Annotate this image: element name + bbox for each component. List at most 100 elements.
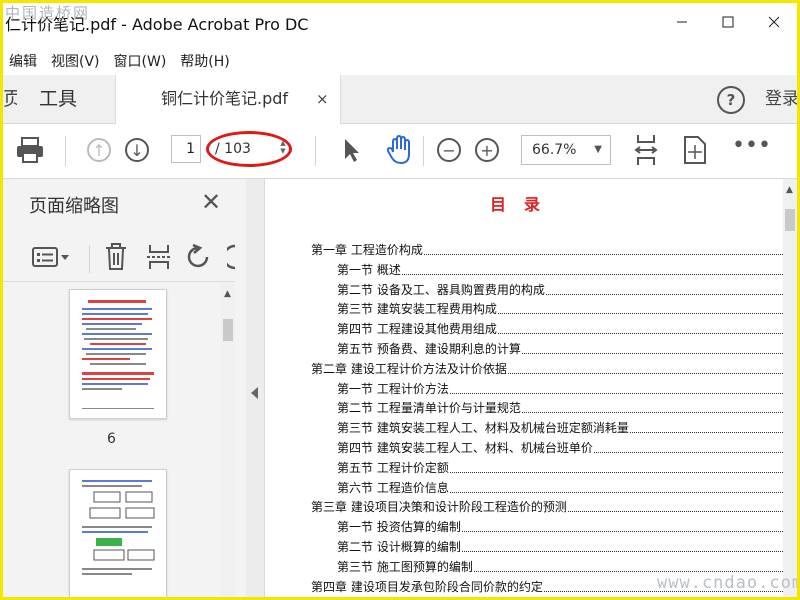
menu-bar: 编辑 视图(V) 窗口(W) 帮助(H) bbox=[3, 49, 797, 73]
toc-entry-text: 第六节 工程造价信息 bbox=[337, 480, 449, 495]
close-icon bbox=[768, 16, 780, 28]
toc-entry[interactable]: 第四节 工程建设其他费用组成 bbox=[337, 320, 783, 337]
toc-entry[interactable]: 第一章 工程造价构成 bbox=[311, 241, 783, 258]
toc-entry[interactable]: 第二节 设计概算的编制 bbox=[337, 538, 783, 555]
more-panel-tools-icon[interactable] bbox=[222, 244, 237, 274]
toc-leader-dots bbox=[473, 570, 783, 572]
toc-entry[interactable]: 第五节 预备费、建设期利息的计算 bbox=[337, 340, 783, 357]
tab-tools[interactable]: 工具 bbox=[39, 75, 77, 123]
close-window-button[interactable] bbox=[751, 3, 797, 41]
toc-leader-dots bbox=[461, 530, 783, 533]
toc-leader-dots bbox=[507, 372, 783, 374]
page-thumbnail-image bbox=[82, 300, 154, 409]
toc-leader-dots bbox=[593, 451, 783, 453]
toolbar-separator bbox=[65, 136, 66, 166]
sign-in-link[interactable]: 登录 bbox=[765, 75, 797, 123]
toc-leader-dots bbox=[545, 293, 783, 295]
fit-page-button[interactable] bbox=[633, 133, 659, 171]
toc-leader-dots bbox=[449, 471, 783, 473]
panel-collapse-strip[interactable] bbox=[246, 179, 265, 597]
thumbnail-page[interactable] bbox=[69, 469, 167, 597]
scroll-up-icon[interactable]: ▲ bbox=[786, 185, 793, 195]
page-split-icon bbox=[147, 245, 171, 269]
select-tool-button[interactable] bbox=[343, 137, 361, 167]
toc-entry[interactable]: 第五节 工程计价定额 bbox=[337, 459, 783, 476]
toolbar-separator bbox=[423, 136, 424, 166]
hand-tool-button[interactable] bbox=[385, 134, 415, 170]
chevron-down-icon: ▼ bbox=[594, 144, 602, 155]
menu-view[interactable]: 视图(V) bbox=[45, 49, 108, 73]
zoom-out-button[interactable]: − bbox=[437, 138, 461, 162]
toc-entry[interactable]: 第四节 建筑安装工程人工、材料、机械台班单价 bbox=[337, 439, 783, 456]
thumbnails-list: 6 bbox=[3, 283, 221, 597]
zoom-dropdown[interactable]: 66.7% ▼ bbox=[521, 135, 611, 165]
toc-leader-dots bbox=[567, 510, 783, 513]
title-bar: 仁计价笔记.pdf - Adobe Acrobat Pro DC 中国造桥网 bbox=[3, 3, 797, 41]
zoom-value: 66.7% bbox=[532, 142, 577, 158]
zoom-in-button[interactable]: + bbox=[475, 138, 499, 162]
toc-entry-text: 第三节 施工图预算的编制 bbox=[337, 559, 473, 574]
toc-entry-text: 第一节 工程计价方法 bbox=[337, 381, 449, 396]
scroll-up-icon[interactable]: ▲ bbox=[224, 289, 231, 299]
toc-leader-dots bbox=[461, 550, 783, 552]
thumbnail-page[interactable] bbox=[69, 289, 167, 419]
toc-entry-text: 第三章 建设项目决策和设计阶段工程造价的预测 bbox=[311, 500, 567, 515]
toc-entry[interactable]: 第三节 建筑安装工程人工、材料及机械台班定额消耗量 bbox=[337, 419, 783, 436]
toc-entry[interactable]: 第一节 工程计价方法 bbox=[337, 380, 783, 397]
toc-entry[interactable]: 第六节 工程造价信息 bbox=[337, 479, 783, 496]
trash-icon bbox=[106, 243, 126, 270]
toc-entry[interactable]: 第三章 建设项目决策和设计阶段工程造价的预测 bbox=[311, 498, 783, 515]
maximize-icon bbox=[722, 16, 734, 28]
previous-page-button[interactable]: ↑ bbox=[87, 138, 111, 162]
fit-page-icon bbox=[634, 135, 658, 165]
toc-heading: 目录 bbox=[489, 195, 558, 214]
rotate-button[interactable] bbox=[185, 243, 213, 274]
toc-entry[interactable]: 第三节 建筑安装工程费用构成 bbox=[337, 300, 783, 317]
menu-window[interactable]: 窗口(W) bbox=[108, 49, 175, 73]
document-page: 目录 第一章 工程造价构成第一节 概述第二节 设备及工、器具购置费用的构成 第三节… bbox=[265, 179, 783, 597]
toc-entry-text: 第一节 概述 bbox=[337, 262, 401, 277]
toc-leader-dots bbox=[423, 253, 783, 255]
scrollbar-thumb[interactable] bbox=[785, 209, 795, 231]
document-scrollbar[interactable]: ▲ bbox=[783, 179, 797, 597]
minimize-button[interactable] bbox=[659, 3, 705, 41]
maximize-button[interactable] bbox=[705, 3, 751, 41]
toc-entry-text: 第二节 设计概算的编制 bbox=[337, 540, 461, 554]
help-icon[interactable]: ? bbox=[717, 86, 745, 114]
thumbnail-page-number: 6 bbox=[107, 431, 116, 447]
panel-close-icon[interactable]: ✕ bbox=[201, 188, 221, 216]
toc-leader-dots bbox=[497, 332, 783, 335]
toc-entry-text: 第三节 建筑安装工程人工、材料及机械台班定额消耗量 bbox=[337, 421, 629, 436]
rotate-icon bbox=[187, 243, 209, 268]
menu-help[interactable]: 帮助(H) bbox=[174, 49, 237, 73]
toc-entry[interactable]: 第一节 概述 bbox=[337, 261, 783, 278]
delete-page-button[interactable] bbox=[105, 243, 127, 275]
tab-home[interactable]: 页 bbox=[3, 75, 17, 123]
plus-icon: + bbox=[475, 138, 499, 162]
print-button[interactable] bbox=[15, 136, 45, 168]
next-page-button[interactable]: ↓ bbox=[125, 138, 149, 162]
toc-entry-text: 第四节 建筑安装工程人工、材料、机械台班单价 bbox=[337, 441, 593, 455]
more-options-icon[interactable]: ••• bbox=[732, 135, 771, 157]
toc-entry-text: 第三节 建筑安装工程费用构成 bbox=[337, 302, 497, 317]
tab-close-icon[interactable]: × bbox=[316, 75, 329, 123]
page-number-input[interactable]: 1 bbox=[171, 135, 201, 163]
scrollbar-thumb[interactable] bbox=[223, 319, 233, 341]
thumbnails-scrollbar[interactable]: ▲ bbox=[221, 283, 235, 597]
toc-entry[interactable]: 第一节 投资估算的编制 bbox=[337, 518, 783, 535]
toc-entry[interactable]: 第二节 设备及工、器具购置费用的构成 bbox=[337, 281, 783, 298]
page-tools-button[interactable] bbox=[683, 135, 707, 169]
toc-leader-dots bbox=[449, 491, 783, 493]
thumbnail-options-button[interactable] bbox=[31, 245, 71, 273]
tab-document[interactable]: 铜仁计价笔记.pdf × bbox=[115, 75, 341, 124]
arrow-down-icon: ↓ bbox=[125, 138, 149, 162]
toc-entry[interactable]: 第二章 建设工程计价方法及计价依据 bbox=[311, 360, 783, 377]
menu-edit[interactable]: 编辑 bbox=[3, 49, 45, 73]
arrow-up-icon: ↑ bbox=[87, 138, 111, 162]
toc-leader-dots bbox=[449, 392, 783, 394]
toc-entry[interactable]: 第二节 工程量清单计价与计量规范 bbox=[337, 399, 783, 416]
extract-page-button[interactable] bbox=[147, 243, 171, 275]
panel-title: 页面缩略图 bbox=[29, 196, 119, 217]
toc-leader-dots bbox=[521, 411, 783, 414]
tab-document-label: 铜仁计价笔记.pdf bbox=[161, 89, 289, 108]
